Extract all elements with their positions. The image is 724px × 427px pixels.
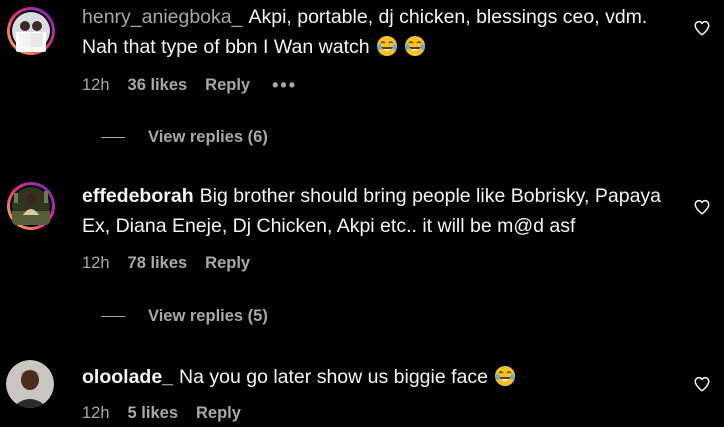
- comment-text: oloolade_ Na you go later show us biggie …: [82, 362, 672, 392]
- comment-meta: 12h 36 likes Reply •••: [82, 74, 297, 96]
- heart-icon[interactable]: [693, 19, 711, 37]
- reply-button[interactable]: Reply: [205, 254, 250, 273]
- comment-meta: 12h 78 likes Reply: [82, 252, 250, 274]
- laughing-tears-emoji-icon: [404, 35, 426, 57]
- comment-meta: 12h 5 likes Reply: [82, 402, 241, 424]
- avatar[interactable]: [6, 6, 56, 56]
- divider: [101, 136, 125, 138]
- view-replies-label: View replies (6): [148, 127, 268, 146]
- avatar[interactable]: [6, 360, 54, 408]
- likes-count[interactable]: 78 likes: [128, 254, 188, 273]
- comment-text: effedeborah Big brother should bring peop…: [82, 181, 672, 241]
- laughing-tears-emoji-icon: [494, 365, 516, 387]
- avatar[interactable]: [6, 181, 56, 231]
- timestamp: 12h: [82, 75, 110, 94]
- more-options-icon[interactable]: •••: [272, 76, 297, 94]
- likes-count[interactable]: 5 likes: [128, 404, 178, 423]
- divider: [101, 315, 125, 317]
- comment-text: henry_aniegboka_ Akpi, portable, dj chick…: [82, 2, 672, 62]
- username[interactable]: oloolade_: [82, 366, 173, 388]
- view-replies-button[interactable]: View replies (5): [101, 305, 268, 327]
- laughing-tears-emoji-icon: [376, 35, 398, 57]
- comment-body: Na you go later show us biggie face: [179, 366, 488, 388]
- timestamp: 12h: [82, 403, 110, 422]
- reply-button[interactable]: Reply: [196, 404, 241, 423]
- username[interactable]: effedeborah: [82, 185, 194, 207]
- view-replies-button[interactable]: View replies (6): [101, 126, 268, 148]
- likes-count[interactable]: 36 likes: [128, 76, 188, 95]
- heart-icon[interactable]: [693, 198, 711, 216]
- reply-button[interactable]: Reply: [205, 76, 250, 95]
- username[interactable]: henry_aniegboka_: [82, 6, 242, 28]
- view-replies-label: View replies (5): [148, 306, 268, 325]
- timestamp: 12h: [82, 253, 110, 272]
- heart-icon[interactable]: [693, 375, 711, 393]
